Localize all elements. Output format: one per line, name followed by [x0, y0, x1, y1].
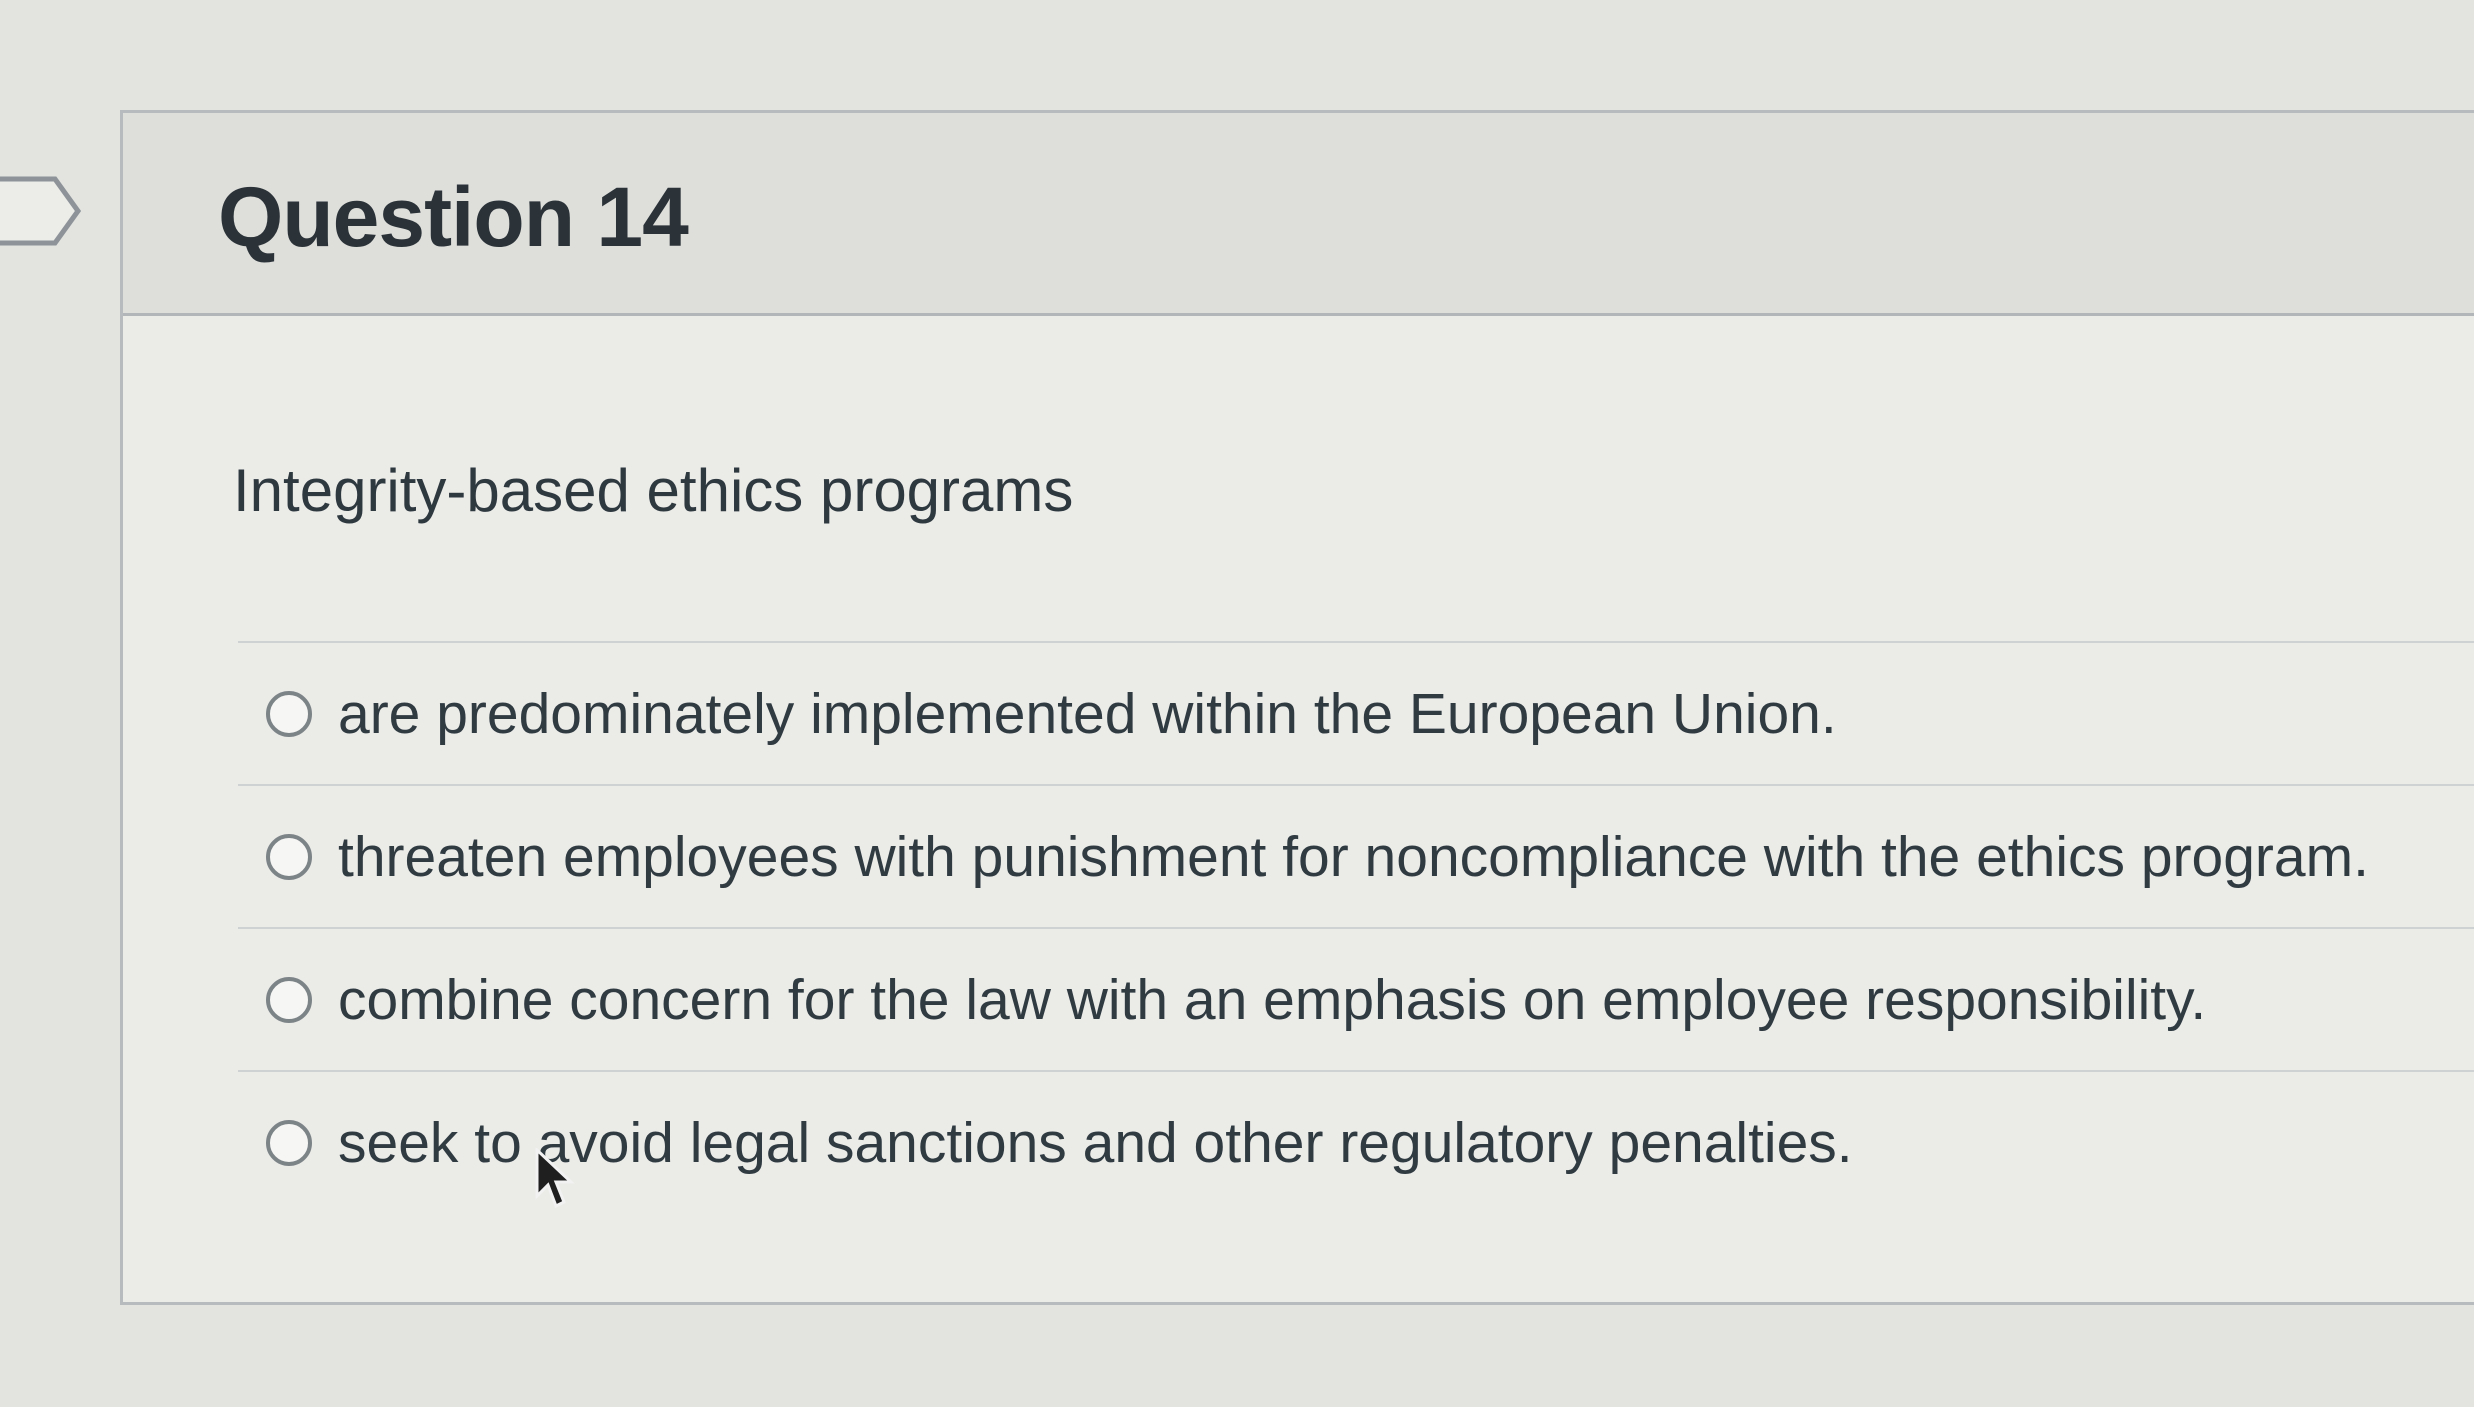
answer-label[interactable]: combine concern for the law with an emph…: [338, 967, 2206, 1033]
radio-button-3[interactable]: [266, 977, 312, 1023]
radio-button-1[interactable]: [266, 691, 312, 737]
answer-list: are predominately implemented within the…: [238, 641, 2474, 1213]
answer-label[interactable]: threaten employees with punishment for n…: [338, 824, 2369, 890]
answer-option-1[interactable]: are predominately implemented within the…: [238, 641, 2474, 784]
answer-option-2[interactable]: threaten employees with punishment for n…: [238, 784, 2474, 927]
flag-question-icon[interactable]: [0, 176, 85, 246]
radio-button-2[interactable]: [266, 834, 312, 880]
radio-button-4[interactable]: [266, 1120, 312, 1166]
question-header: Question 14: [123, 113, 2474, 316]
question-body: Integrity-based ethics programs are pred…: [123, 316, 2474, 1302]
answer-label[interactable]: are predominately implemented within the…: [338, 681, 1837, 747]
answer-option-3[interactable]: combine concern for the law with an emph…: [238, 927, 2474, 1070]
question-title: Question 14: [218, 170, 689, 264]
question-card: Question 14 Integrity-based ethics progr…: [120, 110, 2474, 1305]
mouse-pointer-icon: [535, 1148, 575, 1209]
question-text: Integrity-based ethics programs: [233, 457, 1074, 524]
